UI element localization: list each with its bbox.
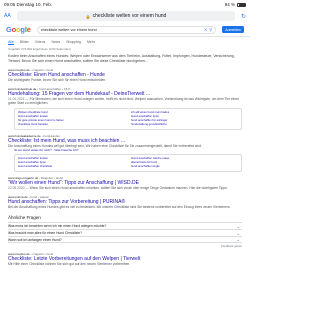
chevron-down-icon: ⌄ [236, 223, 240, 229]
result-description: Bei der Anschaffung eines Hundes gibt es… [8, 204, 231, 209]
related-search-link[interactable]: hundehaltung grundsätzliche [131, 122, 238, 127]
related-searches-box: Welpen checkliste hund ich will einen hu… [14, 107, 242, 130]
google-header: Google checkliste welten vor einem hund … [0, 23, 250, 37]
search-result: www.zooplus.de › magazin › hund Checklis… [8, 68, 242, 83]
result-description: 22.05.2020 — Wenn Sie sich einen Hund an… [8, 186, 228, 191]
related-searches-box: Hund anschaffen kosten Hund anschaffen w… [14, 154, 242, 173]
people-also-ask-item[interactable]: Was braucht man alles für einen Hund Che… [8, 229, 242, 236]
lock-icon: 🔒 [85, 13, 91, 19]
feedback-link[interactable]: Feedback geben [8, 244, 242, 248]
result-description: Mit Hilfe einer Checkliste können Sie si… [8, 262, 131, 267]
status-right: 94 % [225, 2, 246, 7]
search-result: www.dogs-magazin.de › Ratgeber › Hund "W… [8, 176, 242, 191]
battery-percent: 94 % [224, 2, 235, 7]
people-also-ask-title: Ähnliche Fragen [8, 215, 41, 221]
reader-settings-button[interactable]: AA [4, 13, 14, 19]
tab-videos[interactable]: Videos [35, 40, 46, 44]
related-search-link[interactable]: checkliste hund haustier [18, 122, 125, 127]
results-area: Alle Bilder Videos News Shopping Mehr Un… [0, 37, 250, 267]
search-input[interactable]: checkliste welten vor einem hund ✕ ⚲ [36, 25, 217, 34]
tab-images[interactable]: Bilder [20, 40, 29, 44]
chevron-down-icon: ⌄ [236, 237, 240, 243]
status-bar: 09:05 Dienstag 10. Feb. 94 % [0, 0, 250, 9]
related-search-link[interactable]: Hund anschaffen checkliste [18, 165, 125, 169]
close-icon[interactable]: ✕ [204, 27, 207, 32]
result-stats: Ungefähr 273.000 Ergebnisse (0,53 Sekund… [8, 47, 71, 51]
featured-snippet: Kosten beim Anschaffen eines Hundes: Wel… [8, 54, 235, 63]
status-time: 09:05 Dienstag 10. Feb. [4, 2, 53, 7]
search-result: www.hundeschule.de › hund-anschaffen › 1… [8, 87, 242, 130]
related-search-link[interactable]: hund anschaffen single [131, 165, 238, 169]
people-also-ask-item[interactable]: Was muss ich beachten wenn ich mir einen… [8, 222, 242, 229]
people-also-ask-item[interactable]: Wann soll ich anfangen einen Hund? ⌄ [8, 236, 242, 244]
search-result: www.purina.de › hund › welpen Hund ansch… [8, 195, 242, 210]
reload-button[interactable]: ↻ [238, 13, 246, 20]
address-text: checkliste welten vor einem hund [92, 13, 167, 19]
tab-news[interactable]: News [51, 40, 60, 44]
tab-all[interactable]: Alle [8, 40, 14, 45]
tab-more[interactable]: Mehr [87, 40, 95, 44]
result-description: 21.01.2021 — Für Menschen, die sich eine… [8, 96, 240, 106]
google-logo[interactable]: Google [6, 25, 31, 34]
search-icon[interactable]: ⚲ [209, 27, 212, 32]
sitelinks[interactable]: Ist ein Hund etwas für mich? · Was brauc… [14, 148, 242, 152]
people-also-ask-list: Was muss ich beachten wenn ich mir einen… [8, 222, 242, 244]
battery-icon [237, 2, 246, 7]
search-result: www.hundeakademie.de › hund-kaufen Check… [8, 134, 242, 173]
address-field[interactable]: 🔒 checkliste welten vor einem hund [17, 11, 235, 21]
sign-in-button[interactable]: Anmelden [222, 26, 244, 33]
result-description: Die wichtigsten Punkte, bevor Sie sich f… [8, 78, 107, 82]
tab-shopping[interactable]: Shopping [66, 40, 81, 44]
search-tabs: Alle Bilder Videos News Shopping Mehr [8, 39, 242, 45]
chevron-down-icon: ⌄ [236, 230, 240, 236]
search-query: checkliste welten vor einem hund [40, 27, 97, 32]
search-result: www.zooplus.de › magazin › hund Checklis… [8, 252, 242, 267]
browser-url-bar: AA 🔒 checkliste welten vor einem hund ↻ [0, 9, 250, 23]
